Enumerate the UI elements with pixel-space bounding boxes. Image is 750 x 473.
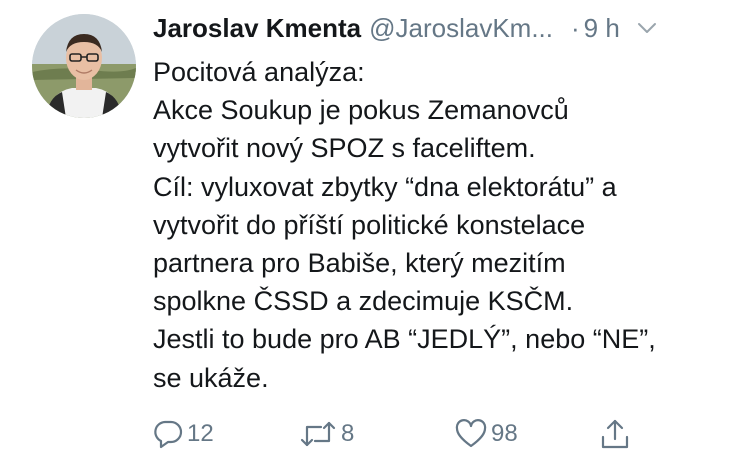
tweet-timestamp[interactable]: 9 h <box>584 13 620 44</box>
reply-count: 12 <box>187 420 214 447</box>
tweet-text-line: Cíl: vyluxovat zbytky “dna elektorátu” a <box>153 171 617 202</box>
tweet-text-line: partnera pro Babiše, který mezitím <box>153 248 566 279</box>
tweet-text-line: Jestli to bude pro AB “JEDLÝ”, nebo “NE”… <box>153 324 656 355</box>
tweet-text-line: vytvořit do příští politické konstelace <box>153 209 586 240</box>
tweet-text-line: vytvořit nový SPOZ s faceliftem. <box>153 133 536 164</box>
tweet-text-line: Pocitová analýza: <box>153 57 365 87</box>
share-button[interactable] <box>600 416 630 452</box>
retweet-button[interactable]: 8 <box>299 416 354 452</box>
tweet-actions: 12 8 98 <box>153 416 653 452</box>
heart-icon <box>455 419 487 449</box>
tweet-text-line: Akce Soukup je pokus Zemanovců <box>153 95 569 126</box>
tweet-text: Pocitová analýza: Akce Soukup je pokus Z… <box>153 53 738 397</box>
reply-icon <box>153 419 183 449</box>
time-separator: · <box>571 12 580 43</box>
tweet-text-line: spolkne ČSSD a zdecimuje KSČM. <box>153 286 574 317</box>
reply-button[interactable]: 12 <box>153 416 214 452</box>
tweet-header: Jaroslav Kmenta @JaroslavKm... · 9 h <box>153 8 733 48</box>
retweet-count: 8 <box>341 420 355 447</box>
author-handle[interactable]: @JaroslavKm... <box>369 13 553 44</box>
avatar[interactable] <box>32 14 136 118</box>
avatar-image <box>32 14 136 118</box>
like-button[interactable]: 98 <box>455 416 518 452</box>
chevron-down-icon[interactable] <box>636 17 658 39</box>
share-icon <box>600 418 630 450</box>
like-count: 98 <box>491 420 518 447</box>
author-name[interactable]: Jaroslav Kmenta <box>153 13 361 44</box>
tweet-text-line: se ukáže. <box>153 362 269 393</box>
retweet-icon <box>299 419 337 449</box>
